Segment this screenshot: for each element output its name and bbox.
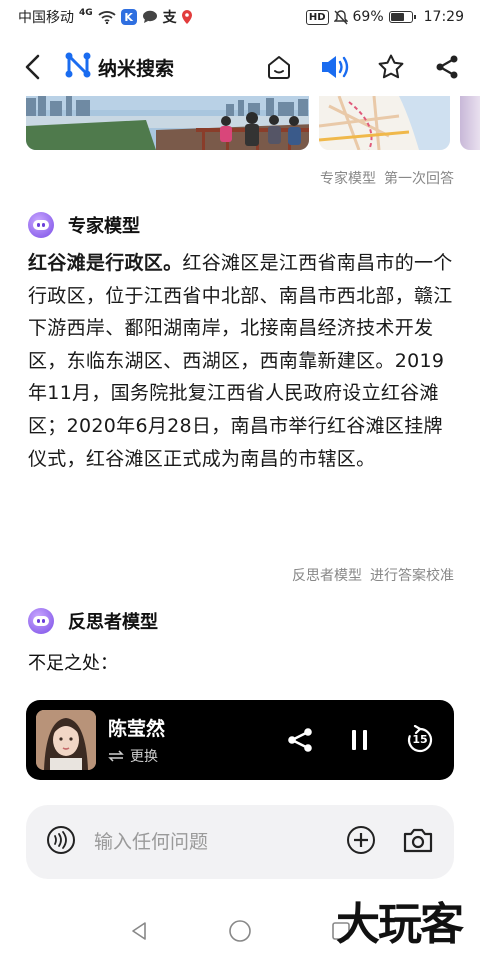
battery-icon (388, 11, 416, 23)
voice-wave-icon (47, 826, 75, 854)
switch-label: 更换 (130, 749, 158, 765)
back-icon[interactable] (16, 50, 50, 84)
replay-15-button[interactable]: 15 (404, 724, 436, 756)
pause-button[interactable] (344, 724, 376, 756)
app-title: 纳米搜索 (98, 57, 175, 80)
robot-avatar-icon (28, 212, 54, 238)
voice-name: 陈莹然 (108, 718, 166, 740)
expert-answer-text: 红谷滩是行政区。红谷滩区是江西省南昌市的一个行政区，位于江西省中北部、南昌市西北… (28, 247, 458, 475)
carrier-label: 中国移动 (18, 10, 74, 26)
reflector-meta-action: 进行答案校准 (370, 568, 454, 584)
expert-meta: 专家模型 第一次回答 (320, 168, 454, 188)
nav-home-icon[interactable] (228, 919, 252, 947)
reflector-meta-model: 反思者模型 (292, 568, 362, 584)
favorite-button[interactable] (374, 50, 408, 84)
speaker-button[interactable] (318, 50, 352, 84)
status-bar: 中国移动 4G K 支 HD 69% 17:29 (0, 0, 480, 34)
star-icon (378, 54, 404, 79)
share-icon (288, 728, 312, 752)
nav-back-icon[interactable] (128, 920, 150, 946)
home-icon (268, 56, 290, 79)
plus-circle-icon (347, 826, 375, 854)
brand: 纳米搜索 (64, 51, 174, 83)
meta-round-label: 第一次回答 (384, 171, 454, 187)
hd-icon: HD (305, 9, 329, 25)
map-image[interactable] (318, 96, 451, 150)
robot-avatar-icon (28, 608, 54, 634)
reflector-title: 反思者模型 (68, 612, 158, 633)
next-image-preview[interactable] (460, 96, 480, 150)
question-input[interactable] (94, 831, 314, 853)
network-type: 4G (79, 8, 93, 18)
meta-model-label: 专家模型 (320, 171, 376, 187)
share-button[interactable] (430, 50, 464, 84)
camera-button[interactable] (402, 826, 434, 858)
audio-player: 陈莹然 更换 15 (26, 700, 454, 780)
swap-icon (108, 750, 124, 762)
location-icon (181, 10, 192, 24)
voice-avatar[interactable] (36, 710, 96, 770)
nami-logo-icon (64, 51, 92, 83)
player-share-button[interactable] (284, 724, 316, 756)
answer-lead: 红谷滩是行政区。 (28, 252, 183, 274)
expert-section-header: 专家模型 (28, 212, 140, 238)
pause-icon (352, 730, 367, 750)
watermark-logo: 大玩客 (336, 899, 464, 950)
reflector-subtext: 不足之处： (28, 653, 118, 674)
app-badge-icon: K (120, 9, 137, 25)
voice-input-button[interactable] (46, 825, 76, 859)
battery-percent: 69% (352, 9, 384, 25)
switch-voice-button[interactable]: 更换 (108, 746, 165, 766)
expert-title: 专家模型 (68, 216, 140, 237)
question-input-bar (26, 805, 454, 879)
camera-icon (403, 828, 433, 853)
wifi-icon (98, 10, 116, 24)
clock: 17:29 (423, 9, 464, 25)
reflector-section-header: 反思者模型 (28, 608, 158, 634)
zhi-label: 支 (162, 10, 177, 26)
mute-bell-icon (333, 9, 348, 25)
home-button[interactable] (262, 50, 296, 84)
city-photo-image[interactable] (26, 96, 309, 150)
replay-seconds: 15 (412, 733, 428, 746)
speaker-icon (322, 56, 349, 78)
answer-body: 红谷滩区是江西省南昌市的一个行政区，位于江西省中北部、南昌市西北部，赣江下游西岸… (28, 252, 453, 470)
reflector-meta: 反思者模型 进行答案校准 (292, 565, 454, 585)
add-button[interactable] (346, 825, 376, 859)
top-nav: 纳米搜索 (0, 42, 480, 92)
image-results-strip (26, 96, 480, 150)
message-icon (142, 10, 158, 24)
share-icon (436, 55, 458, 79)
